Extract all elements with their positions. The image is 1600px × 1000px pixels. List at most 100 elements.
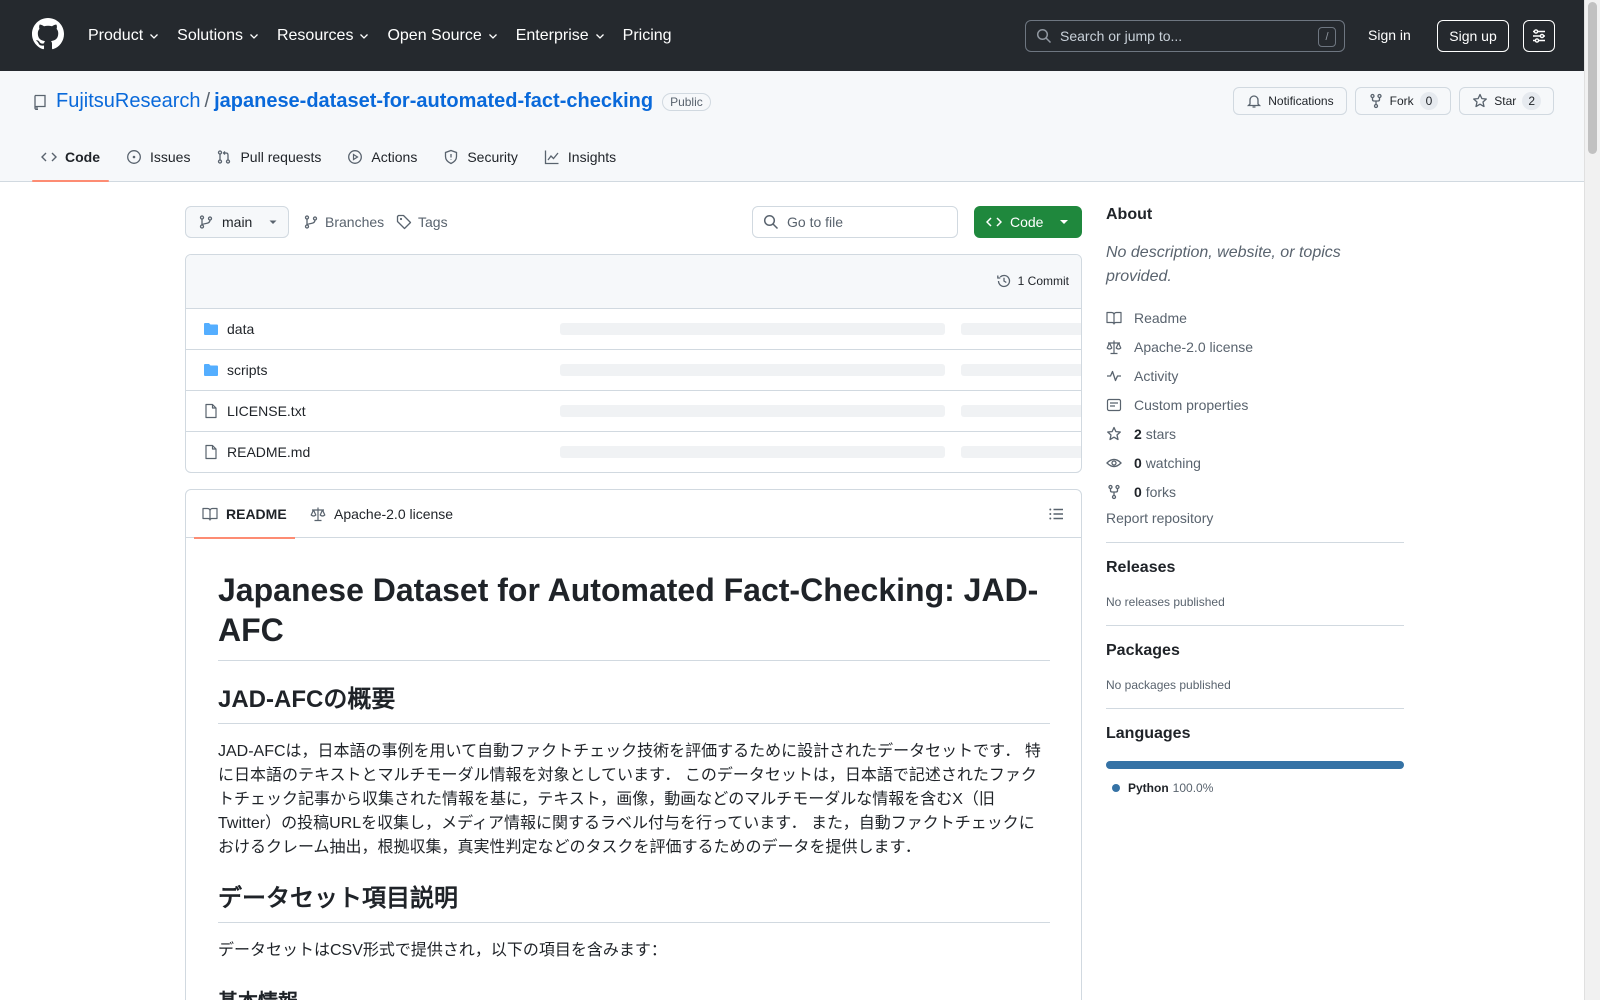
file-name[interactable]: README.md (227, 444, 310, 460)
forks-link[interactable]: 0 forks (1106, 477, 1404, 506)
forks-count: 0 (1134, 483, 1142, 500)
global-search-input[interactable]: Search or jump to... / (1025, 20, 1345, 52)
watching-link[interactable]: 0 watching (1106, 448, 1404, 477)
language-percent: 100.0% (1172, 781, 1214, 795)
branch-name: main (222, 214, 253, 230)
folder-icon (204, 364, 218, 376)
tab-security-label: Security (467, 149, 518, 165)
nav-open-source[interactable]: Open Source (387, 27, 498, 45)
commits-link[interactable]: 1 Commit (996, 273, 1069, 289)
repo-path-separator: / (204, 90, 211, 112)
report-repository-link[interactable]: Report repository (1106, 510, 1404, 526)
law-icon (310, 507, 326, 522)
tab-issues-label: Issues (150, 149, 191, 165)
tab-license-label: Apache-2.0 license (334, 506, 454, 522)
repo-name-link[interactable]: japanese-dataset-for-automated-fact-chec… (214, 90, 653, 113)
readme-link[interactable]: Readme (1106, 303, 1404, 332)
menu-button[interactable] (1523, 20, 1555, 52)
file-name[interactable]: scripts (227, 362, 267, 378)
fork-button[interactable]: Fork 0 (1354, 87, 1452, 115)
nav-enterprise[interactable]: Enterprise (516, 27, 606, 45)
page-scrollbar[interactable] (1584, 0, 1600, 1000)
file-name[interactable]: data (227, 321, 254, 337)
tab-license[interactable]: Apache-2.0 license (310, 490, 453, 538)
nav-resources-label: Resources (276, 26, 354, 44)
readme-heading-overview: JAD-AFCの概要 (218, 685, 1050, 724)
file-row[interactable]: data (186, 309, 1081, 350)
stars-text: 2 stars (1134, 426, 1176, 442)
book-icon (202, 507, 218, 521)
nav-open-source-label: Open Source (387, 26, 482, 44)
activity-link[interactable]: Activity (1106, 361, 1404, 390)
branches-label: Branches (325, 214, 385, 230)
bell-icon (1247, 95, 1262, 108)
fork-count: 0 (1419, 92, 1439, 110)
loading-placeholder (961, 364, 1081, 376)
packages-heading[interactable]: Packages (1106, 642, 1404, 660)
file-row[interactable]: README.md (186, 432, 1081, 472)
star-icon (1107, 426, 1121, 440)
tab-actions[interactable]: Actions (338, 133, 426, 181)
loading-placeholder (560, 405, 945, 417)
tab-issues[interactable]: Issues (117, 133, 199, 181)
global-header: Product Solutions Resources Open Source … (0, 0, 1584, 71)
file-name[interactable]: LICENSE.txt (227, 403, 306, 419)
language-name: Python (1128, 781, 1169, 795)
packages-empty: No packages published (1106, 678, 1231, 692)
shield-icon (445, 149, 458, 165)
search-icon (1036, 28, 1052, 44)
custom-properties-link[interactable]: Custom properties (1106, 390, 1404, 419)
visibility-badge: Public (662, 92, 711, 111)
repo-owner-link[interactable]: FujitsuResearch (56, 90, 201, 113)
releases-empty: No releases published (1106, 595, 1225, 609)
history-icon (996, 274, 1010, 288)
about-heading: About (1106, 206, 1153, 223)
readme-link-label: Readme (1134, 309, 1187, 326)
fork-icon (1108, 484, 1120, 499)
repository-header: FujitsuResearch / japanese-dataset-for-a… (0, 71, 1584, 182)
nav-resources[interactable]: Resources (277, 27, 370, 45)
custom-properties-label: Custom properties (1134, 396, 1249, 413)
nav-pricing[interactable]: Pricing (623, 27, 672, 45)
languages-section: Languages Python 100.0% (1106, 708, 1404, 795)
stars-link[interactable]: 2 stars (1106, 419, 1404, 448)
list-unordered-icon[interactable] (1048, 506, 1064, 522)
branches-link[interactable]: Branches (303, 214, 384, 230)
readme-title: Japanese Dataset for Automated Fact-Chec… (218, 538, 1050, 661)
chevron-down-icon (360, 33, 369, 39)
branch-select-button[interactable]: main (185, 206, 289, 238)
tab-insights[interactable]: Insights (535, 133, 625, 181)
code-button[interactable]: Code (974, 206, 1082, 238)
nav-solutions[interactable]: Solutions (177, 27, 260, 45)
tab-security[interactable]: Security (434, 133, 527, 181)
triangle-down-icon (1060, 220, 1068, 224)
about-description: No description, website, or topics provi… (1106, 244, 1341, 285)
nav-enterprise-label: Enterprise (515, 26, 589, 44)
go-to-file-input[interactable]: Go to file (752, 206, 958, 238)
license-link[interactable]: Apache-2.0 license (1106, 332, 1404, 361)
chevron-down-icon (595, 33, 604, 39)
github-logo-icon[interactable] (32, 18, 64, 50)
play-icon (348, 150, 363, 164)
notifications-button[interactable]: Notifications (1233, 87, 1347, 115)
git-branch-icon (199, 215, 213, 229)
languages-heading: Languages (1106, 725, 1191, 742)
file-row[interactable]: scripts (186, 350, 1081, 391)
repo-title: FujitsuResearch / japanese-dataset-for-a… (32, 90, 711, 113)
folder-icon (204, 323, 218, 335)
tab-pull-requests[interactable]: Pull requests (207, 133, 330, 181)
star-count: 2 (1522, 92, 1541, 110)
sign-in-link[interactable]: Sign in (1368, 27, 1411, 43)
nav-product[interactable]: Product (88, 27, 160, 45)
sign-up-button[interactable]: Sign up (1437, 20, 1509, 52)
tab-readme[interactable]: README (194, 490, 295, 539)
tab-code[interactable]: Code (32, 133, 109, 182)
search-placeholder: Search or jump to... (1060, 28, 1183, 44)
tab-actions-label: Actions (371, 149, 418, 165)
language-item[interactable]: Python 100.0% (1106, 781, 1404, 795)
file-row[interactable]: LICENSE.txt (186, 391, 1081, 432)
tags-link[interactable]: Tags (396, 214, 448, 230)
scrollbar-thumb[interactable] (1588, 2, 1597, 154)
star-button[interactable]: Star 2 (1459, 87, 1554, 115)
releases-heading[interactable]: Releases (1106, 559, 1404, 577)
